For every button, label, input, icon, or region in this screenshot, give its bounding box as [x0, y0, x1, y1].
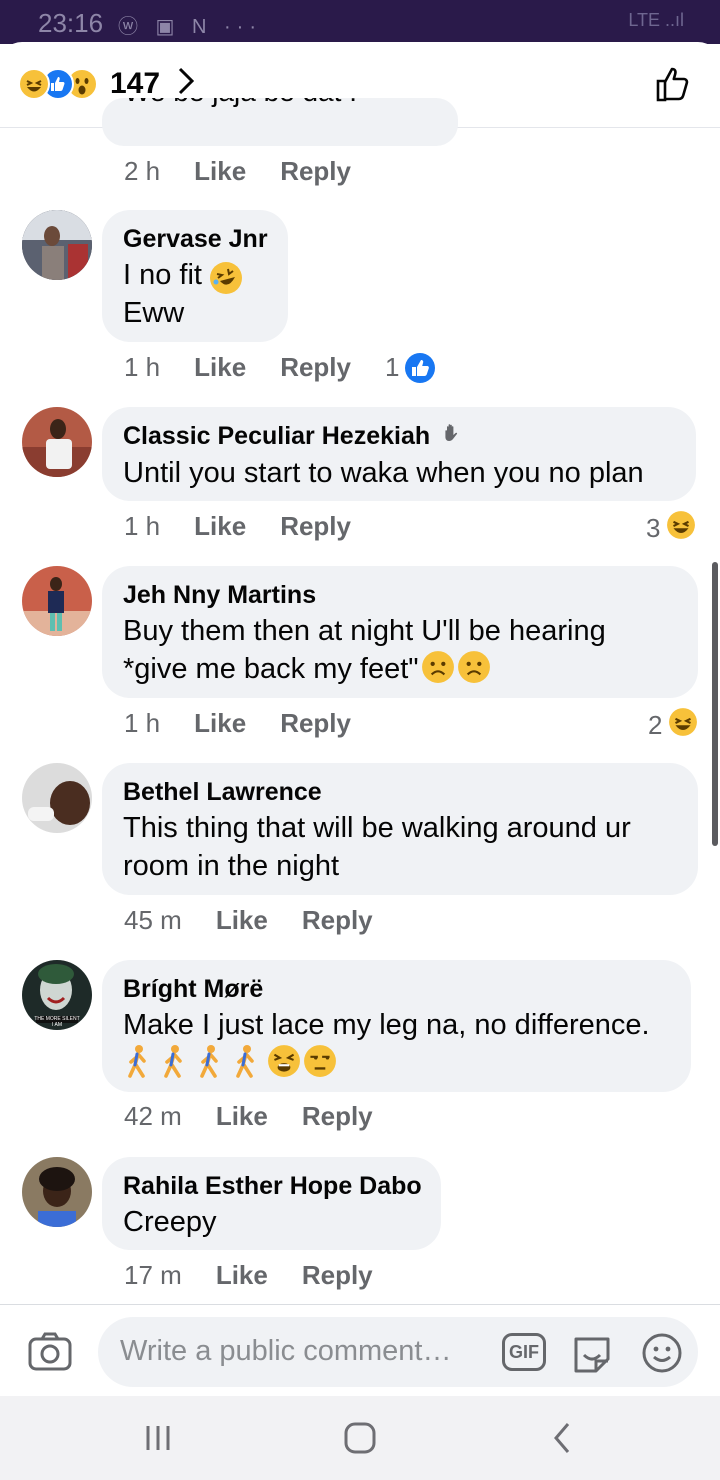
comment-time: 45 m	[124, 905, 182, 935]
comment-time: 1 h	[124, 708, 161, 738]
reaction-summary[interactable]: 2	[648, 707, 698, 744]
comment-time: 1 h	[124, 352, 161, 382]
like-link[interactable]: Like	[216, 1101, 268, 1132]
home-icon[interactable]	[340, 1422, 380, 1454]
walking-person-icon	[123, 1044, 153, 1083]
comment-author[interactable]: Gervase Jnr	[123, 222, 268, 256]
comment-text: I no fit Eww	[123, 256, 266, 332]
comment-bubble: Bethel Lawrence This thing that will be …	[102, 763, 698, 895]
rofl-emoji-icon	[210, 262, 242, 294]
reply-link[interactable]: Reply	[280, 708, 351, 739]
emoji-row	[123, 1044, 669, 1082]
sticker-icon[interactable]	[570, 1331, 614, 1375]
walking-person-icon	[159, 1044, 189, 1083]
comment-actions: 1 h Like Reply	[124, 708, 385, 739]
reactions-summary[interactable]: 147	[18, 66, 195, 102]
haha-reaction-icon	[18, 68, 50, 100]
like-link[interactable]: Like	[216, 905, 268, 936]
thumbs-up-icon[interactable]	[654, 64, 694, 104]
comment-actions: 1 h Like Reply 1	[124, 352, 436, 383]
comment-author[interactable]: Jeh Nny Martins	[123, 578, 676, 612]
comment-text: Until you start to waka when you no plan	[123, 457, 644, 490]
avatar[interactable]	[22, 407, 92, 477]
comment-bubble: Jeh Nny Martins Buy them then at night U…	[102, 566, 698, 698]
walking-person-icon	[231, 1044, 261, 1083]
status-bar: 23:16 ⓦ ▣ N ··· LTE ..ıl	[0, 0, 720, 44]
comment-actions: 45 m Like Reply	[124, 905, 407, 936]
comment-text: This thing that will be walking around u…	[123, 812, 631, 882]
comment-text-content: Buy them then at night U'll be hearing *…	[123, 615, 606, 685]
unamused-face-icon	[303, 1044, 337, 1083]
reply-link[interactable]: Reply	[280, 156, 351, 187]
reply-link[interactable]: Reply	[302, 1101, 373, 1132]
comment-actions: 42 m Like Reply	[124, 1101, 407, 1132]
avatar[interactable]	[22, 210, 92, 280]
comment-author-name: Classic Peculiar Hezekiah	[123, 422, 431, 450]
comment-bubble: Gervase Jnr I no fit Eww	[102, 210, 288, 342]
avatar[interactable]	[22, 566, 92, 636]
like-link[interactable]: Like	[216, 1260, 268, 1291]
camera-icon[interactable]	[26, 1327, 74, 1375]
comment-author[interactable]: Rahila Esther Hope Dabo	[123, 1169, 422, 1203]
comment-actions: 1 h Like Reply	[124, 511, 385, 542]
smiley-icon[interactable]	[640, 1331, 684, 1375]
scrollbar[interactable]	[712, 562, 718, 846]
status-time: 23:16	[38, 8, 104, 38]
comment-actions: 17 m Like Reply	[124, 1260, 407, 1291]
avatar[interactable]	[22, 763, 92, 833]
comment-text: Creepy	[123, 1206, 217, 1238]
reaction-summary[interactable]: 3	[646, 510, 696, 547]
haha-reaction-icon	[668, 707, 698, 744]
haha-reaction-icon	[666, 510, 696, 547]
reply-link[interactable]: Reply	[280, 511, 351, 542]
comment-time: 17 m	[124, 1260, 182, 1290]
comment-text-content: I no fit Eww	[123, 259, 202, 329]
comment-author[interactable]: Bríght Mørë	[123, 972, 669, 1006]
reply-link[interactable]: Reply	[280, 352, 351, 383]
comment-time: 1 h	[124, 511, 161, 541]
walking-person-icon	[195, 1044, 225, 1083]
avatar[interactable]: THE MORE SILENT I AM	[22, 960, 92, 1030]
comment-actions: 2 h Like Reply	[124, 156, 385, 187]
reply-link[interactable]: Reply	[302, 905, 373, 936]
comment-composer: Write a public comment… GIF	[0, 1304, 720, 1396]
like-link[interactable]: Like	[194, 511, 246, 542]
partial-comment-text: We be jaja be dat !	[124, 98, 357, 108]
comment-bubble: Classic Peculiar Hezekiah Until you star…	[102, 407, 696, 501]
like-link[interactable]: Like	[194, 352, 246, 383]
navigation-bar	[0, 1396, 720, 1480]
comment-time: 2 h	[124, 156, 161, 186]
comment-bubble: Bríght Mørë Make I just lace my leg na, …	[102, 960, 691, 1092]
back-icon[interactable]	[544, 1422, 584, 1454]
comment-author[interactable]: Bethel Lawrence	[123, 775, 676, 809]
reaction-count[interactable]: 1	[385, 352, 399, 383]
recents-icon[interactable]	[138, 1422, 178, 1454]
comment-text: Buy them then at night U'll be hearing *…	[123, 612, 676, 694]
reaction-count: 3	[646, 513, 661, 543]
wave-icon	[441, 420, 465, 454]
avatar[interactable]	[22, 1157, 92, 1227]
reaction-count: 2	[648, 710, 663, 740]
like-link[interactable]: Like	[194, 708, 246, 739]
comment-author[interactable]: Classic Peculiar Hezekiah	[123, 419, 674, 454]
frowning-emoji-icon	[421, 650, 455, 694]
comment-bubble: Rahila Esther Hope Dabo Creepy	[102, 1157, 441, 1250]
avatar-caption: THE MORE SILENT I AM	[34, 1016, 80, 1028]
gif-icon[interactable]: GIF	[502, 1333, 546, 1371]
comment-text: Make I just lace my leg na, no differenc…	[123, 1009, 650, 1041]
frowning-emoji-icon	[457, 650, 491, 694]
reaction-count: 147	[110, 67, 161, 100]
comment-time: 42 m	[124, 1101, 182, 1131]
like-reaction-icon	[405, 352, 436, 383]
comment-input[interactable]: Write a public comment… GIF	[98, 1317, 698, 1387]
signal-icons: LTE ..ıl	[628, 10, 684, 30]
tired-face-icon	[267, 1044, 301, 1083]
comment-input-placeholder: Write a public comment…	[120, 1335, 452, 1367]
reply-link[interactable]: Reply	[302, 1260, 373, 1291]
notification-icons: ⓦ ▣ N ···	[118, 16, 262, 38]
like-link[interactable]: Like	[194, 156, 246, 187]
partial-comment-bubble: We be jaja be dat !	[102, 98, 458, 146]
